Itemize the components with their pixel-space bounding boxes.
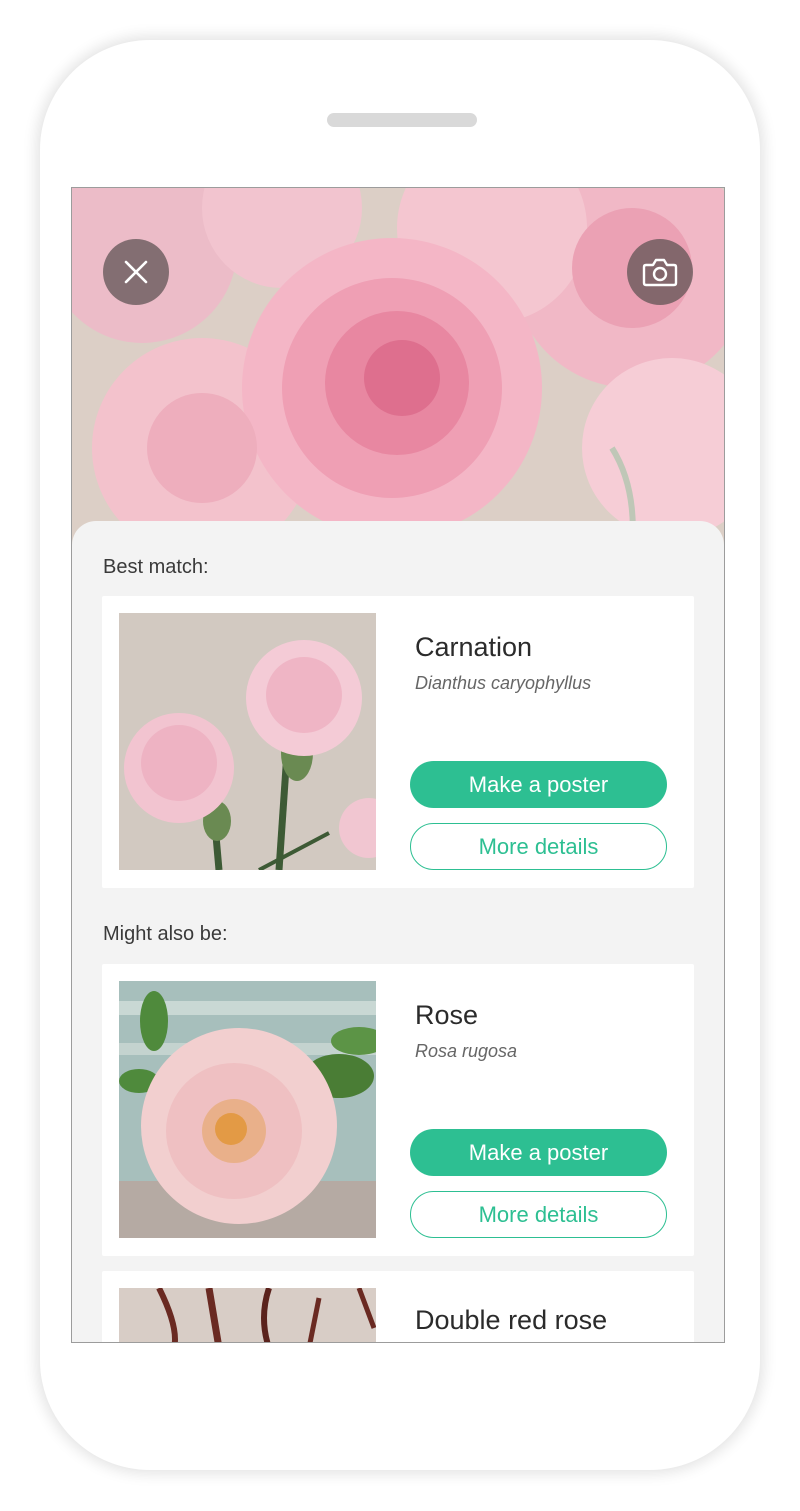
result-card[interactable]: Rose Rosa rugosa Make a poster More deta… [102, 964, 694, 1256]
scanned-flower-photo [72, 188, 724, 548]
camera-button[interactable] [627, 239, 693, 305]
more-details-button[interactable]: More details [410, 1191, 667, 1238]
rose-thumbnail [119, 981, 376, 1238]
plant-latin-name: Rosa rugosa [415, 1041, 518, 1061]
close-button[interactable] [103, 239, 169, 305]
plant-latin-name: Dianthus caryophyllus [415, 673, 592, 693]
more-details-button[interactable]: More details [410, 823, 667, 870]
result-card[interactable]: Carnation Dianthus caryophyllus Make a p… [102, 596, 694, 888]
plant-name: Rose [415, 1000, 479, 1030]
close-icon [124, 260, 148, 284]
phone-speaker [327, 113, 477, 127]
might-also-be-label: Might also be: [103, 923, 228, 945]
result-card[interactable]: Double red rose [102, 1271, 694, 1342]
make-poster-button[interactable]: Make a poster [410, 1129, 667, 1176]
best-match-label: Best match: [103, 556, 209, 578]
carnation-thumbnail [119, 613, 376, 870]
plant-name: Carnation [415, 632, 533, 662]
results-sheet: Best match: Carnation Dianthus caryophyl… [72, 521, 724, 1342]
camera-icon [642, 258, 678, 287]
double-red-rose-thumbnail [119, 1288, 376, 1342]
app-screen: Best match: Carnation Dianthus caryophyl… [72, 188, 724, 1342]
make-poster-button[interactable]: Make a poster [410, 761, 667, 808]
plant-name: Double red rose [415, 1305, 608, 1335]
